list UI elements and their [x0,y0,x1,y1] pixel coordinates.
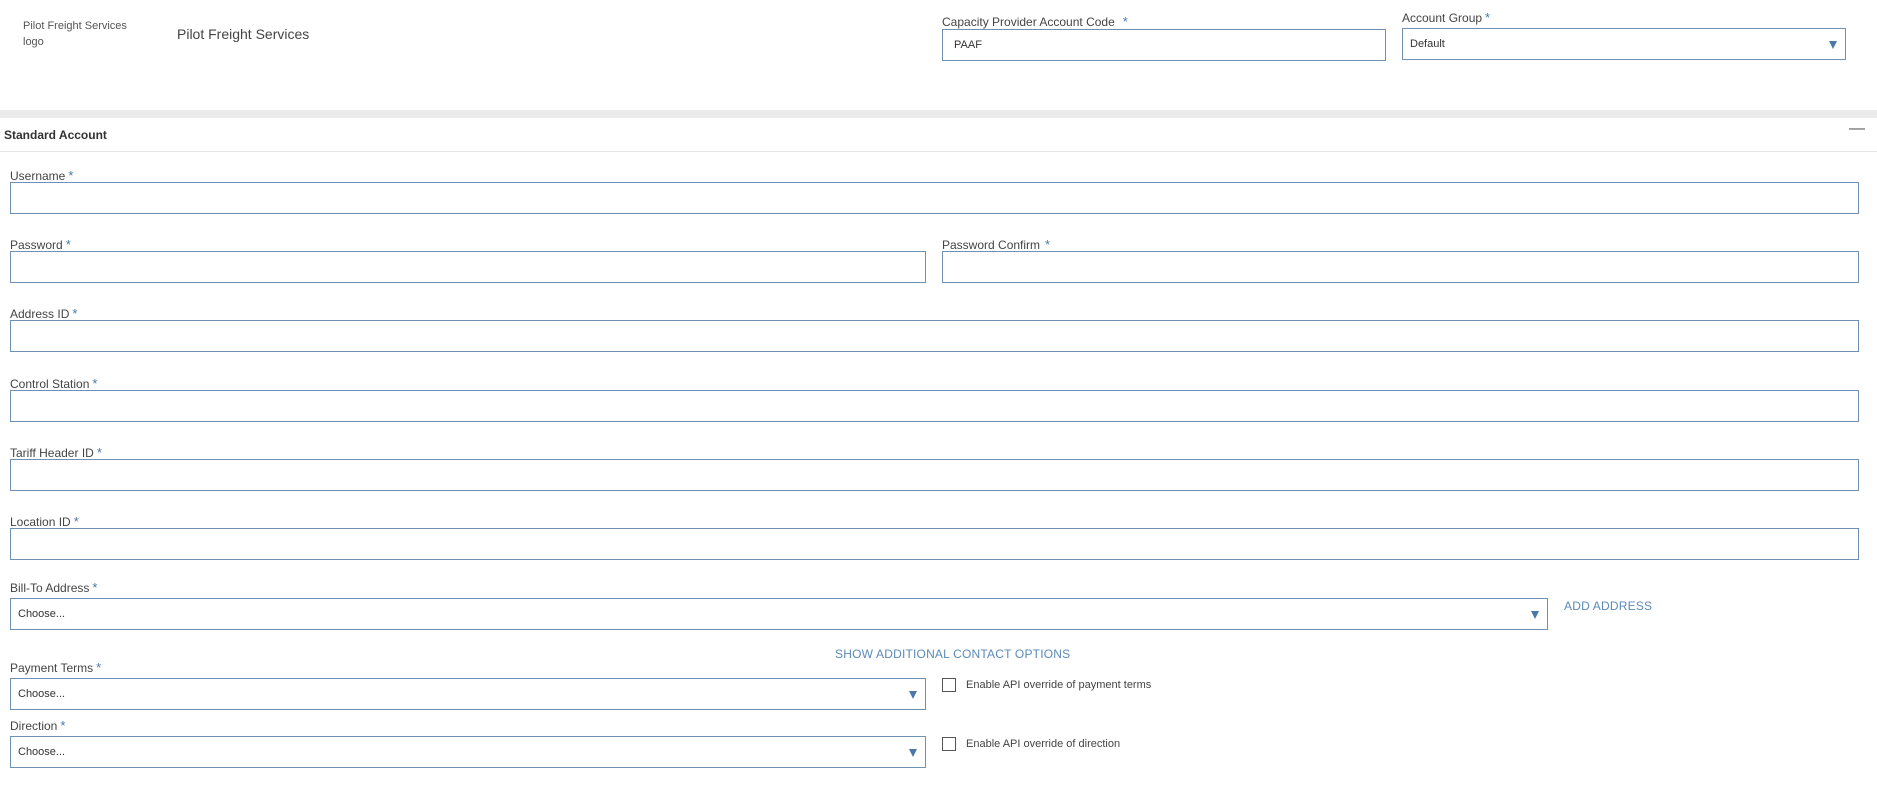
chevron-down-icon [1829,41,1837,49]
section-divider [0,151,1877,152]
bill-to-label: Bill-To Address * [10,580,98,595]
required-icon: * [68,168,74,183]
address-id-input[interactable] [10,320,1859,352]
payment-override-label: Enable API override of payment terms [966,679,1152,691]
direction-override-label: Enable API override of direction [966,738,1121,750]
required-icon: * [92,376,98,391]
show-contact-options-link[interactable]: SHOW ADDITIONAL CONTACT OPTIONS [835,647,1070,661]
company-name: Pilot Freight Services [177,26,310,42]
address-id-label: Address ID * [10,306,78,321]
collapse-icon[interactable]: — [1849,120,1865,138]
required-icon: * [92,580,98,595]
chevron-down-icon [909,691,917,699]
control-station-label: Control Station * [10,376,98,391]
account-group-select[interactable]: Default [1402,28,1846,60]
bill-to-select[interactable]: Choose... [10,598,1548,630]
add-address-link[interactable]: ADD ADDRESS [1564,599,1652,613]
required-icon: * [1485,10,1491,25]
password-confirm-input[interactable] [942,251,1859,283]
required-icon: * [72,306,78,321]
account-code-label: Capacity Provider Account Code * [942,14,1128,29]
password-input[interactable] [10,251,926,283]
tariff-header-input[interactable] [10,459,1859,491]
tariff-header-label: Tariff Header ID * [10,445,102,460]
direction-override-checkbox[interactable] [942,737,956,751]
chevron-down-icon [1531,611,1539,619]
account-group-label: Account Group * [1402,10,1491,25]
payment-terms-label: Payment Terms * [10,660,102,675]
password-confirm-label: Password Confirm * [942,237,1051,252]
location-id-label: Location ID * [10,514,79,529]
required-icon: * [73,514,79,529]
required-icon: * [1045,237,1051,252]
header-divider [0,110,1877,118]
company-logo-alt-text: Pilot Freight Services logo [23,20,127,48]
password-label: Password * [10,237,71,252]
chevron-down-icon [909,749,917,757]
required-icon: * [65,237,71,252]
payment-override-checkbox[interactable] [942,678,956,692]
payment-terms-select[interactable]: Choose... [10,678,926,710]
required-icon: * [96,660,102,675]
account-code-field[interactable]: PAAF [942,29,1386,61]
required-icon: * [96,445,102,460]
username-input[interactable] [10,182,1859,214]
location-id-input[interactable] [10,528,1859,560]
required-icon: * [60,718,66,733]
company-logo: Pilot Freight Services logo [23,18,148,52]
control-station-input[interactable] [10,390,1859,422]
direction-label: Direction * [10,718,66,733]
direction-select[interactable]: Choose... [10,736,926,768]
section-title: Standard Account [4,128,107,142]
username-label: Username * [10,168,74,183]
required-icon: * [1122,14,1128,29]
